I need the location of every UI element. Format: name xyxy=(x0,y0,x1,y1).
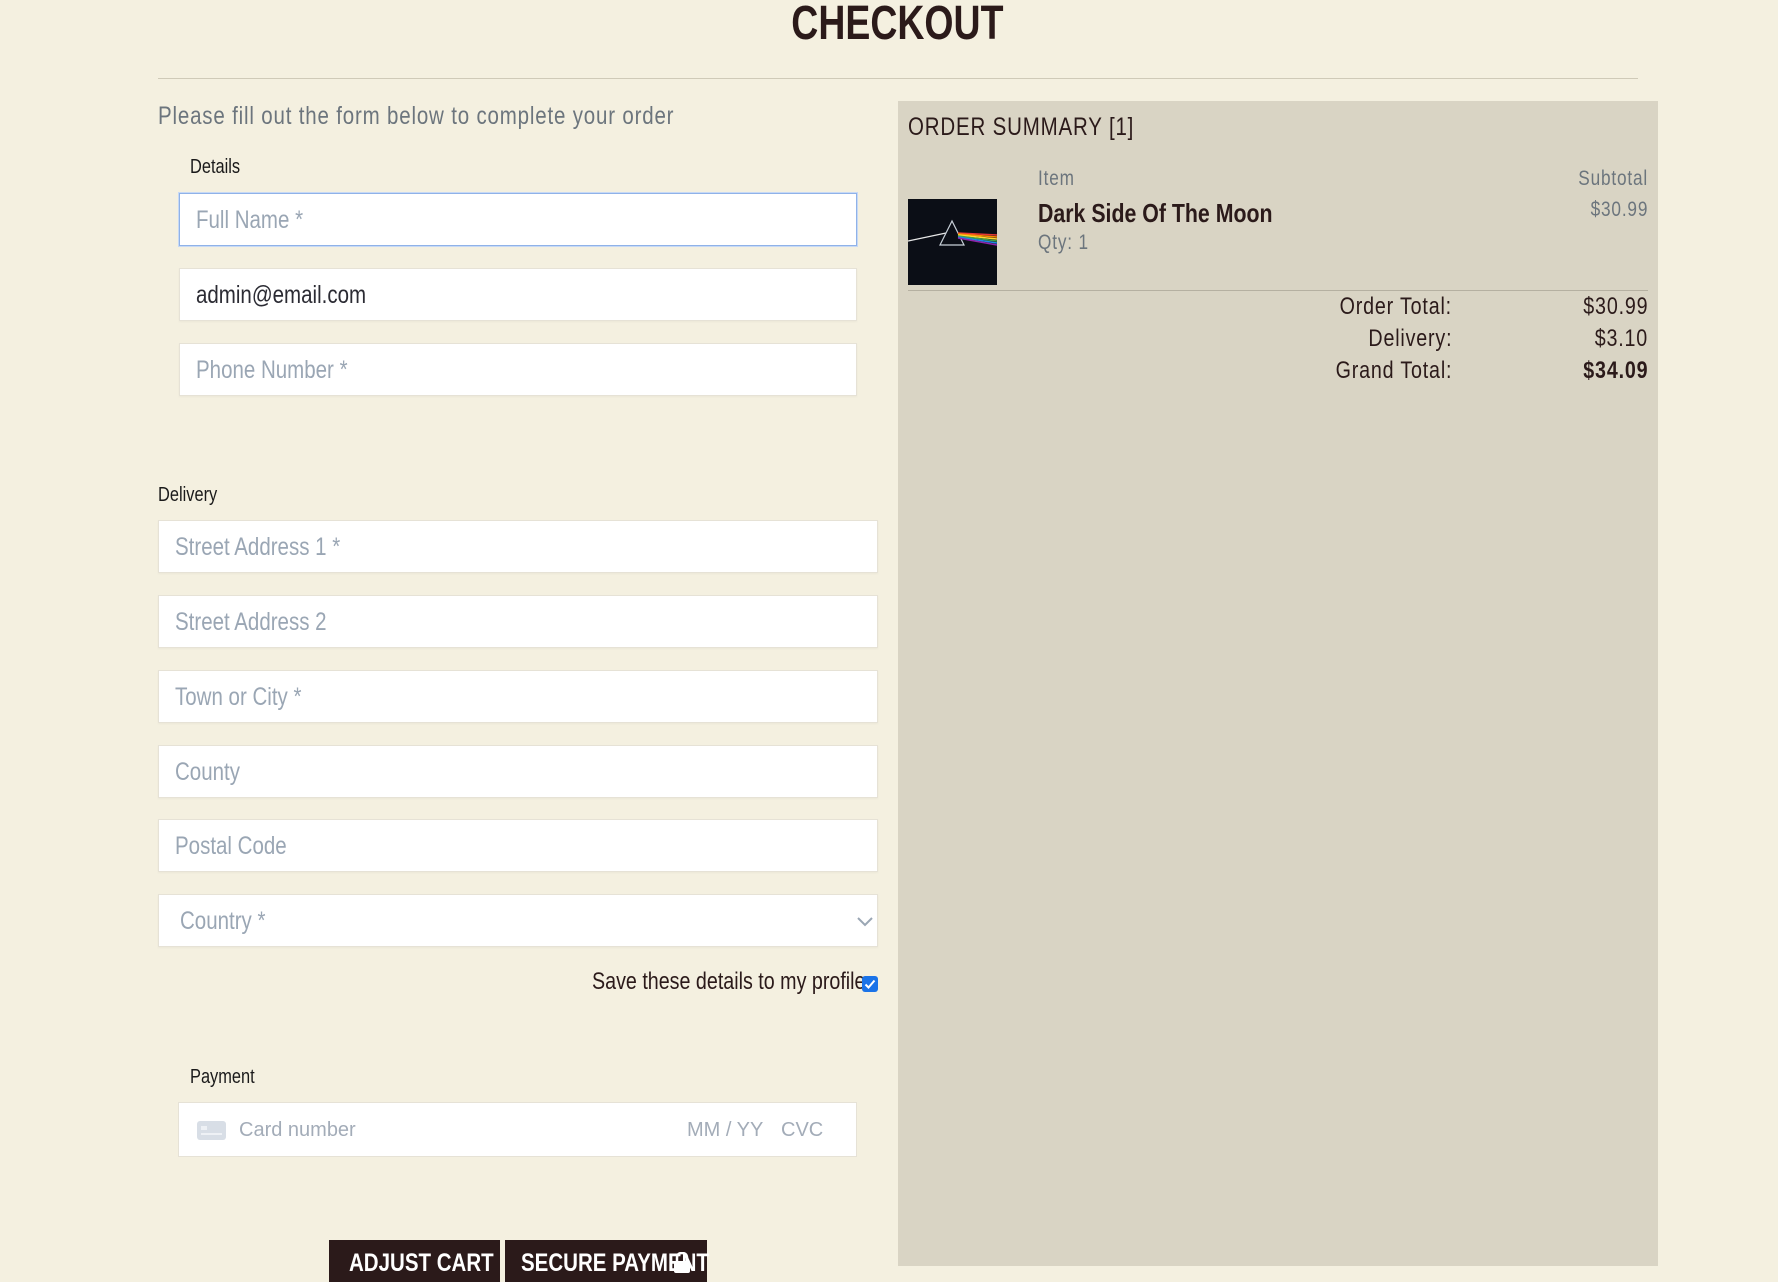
credit-card-icon xyxy=(197,1121,226,1140)
expiry-placeholder: MM / YY xyxy=(687,1119,764,1141)
street-address-2-field[interactable]: Street Address 2 xyxy=(158,595,878,648)
delivery-label: Delivery xyxy=(158,484,218,506)
phone-field[interactable]: Phone Number * xyxy=(179,343,857,396)
order-summary-title: ORDER SUMMARY [1] xyxy=(908,113,1135,141)
order-total-value: $30.99 xyxy=(1582,293,1648,320)
delivery-cost-label: Delivery: xyxy=(1368,325,1452,352)
country-select[interactable]: Country * xyxy=(158,894,878,947)
lock-icon xyxy=(674,1252,690,1273)
page-title: CHECKOUT xyxy=(791,0,1004,50)
grand-total-label: Grand Total: xyxy=(1335,357,1452,384)
adjust-cart-button[interactable]: ADJUST CART xyxy=(329,1240,500,1282)
order-summary-panel: ORDER SUMMARY [1] Item Subtotal Dark Sid… xyxy=(898,101,1658,1266)
email-value: admin@email.com xyxy=(196,281,367,309)
summary-divider xyxy=(908,290,1648,291)
album-cover-image[interactable] xyxy=(908,199,997,285)
item-subtotal: $30.99 xyxy=(1590,198,1648,221)
town-city-placeholder: Town or City * xyxy=(175,683,302,711)
item-quantity: Qty: 1 xyxy=(1038,231,1089,254)
chevron-down-icon xyxy=(857,917,873,927)
street-address-1-field[interactable]: Street Address 1 * xyxy=(158,520,878,573)
card-input[interactable]: Card number MM / YY CVC xyxy=(178,1102,857,1157)
card-number-placeholder: Card number xyxy=(239,1119,356,1141)
secure-payment-button[interactable]: SECURE PAYMENT xyxy=(505,1240,709,1282)
checkout-intro: Please fill out the form below to comple… xyxy=(158,102,675,130)
phone-placeholder: Phone Number * xyxy=(196,356,348,384)
details-label: Details xyxy=(190,156,241,178)
full-name-field[interactable]: Full Name * xyxy=(179,193,857,246)
country-placeholder: Country * xyxy=(180,907,266,935)
subtotal-column-header: Subtotal xyxy=(1578,167,1648,190)
order-total-label: Order Total: xyxy=(1339,293,1452,320)
checkmark-icon xyxy=(864,979,876,989)
full-name-placeholder: Full Name * xyxy=(196,206,304,234)
item-column-header: Item xyxy=(1038,167,1075,190)
delivery-cost-value: $3.10 xyxy=(1594,325,1648,352)
town-city-field[interactable]: Town or City * xyxy=(158,670,878,723)
cvc-placeholder: CVC xyxy=(781,1119,824,1141)
title-divider xyxy=(158,78,1638,79)
street-address-2-placeholder: Street Address 2 xyxy=(175,608,327,636)
street-address-1-placeholder: Street Address 1 * xyxy=(175,533,341,561)
item-name: Dark Side Of The Moon xyxy=(1038,198,1273,228)
prism-icon xyxy=(908,199,997,285)
save-details-checkbox[interactable] xyxy=(862,976,878,992)
postal-code-placeholder: Postal Code xyxy=(175,832,287,860)
payment-label: Payment xyxy=(190,1066,255,1088)
grand-total-value: $34.09 xyxy=(1582,357,1648,384)
email-field[interactable]: admin@email.com xyxy=(179,268,857,321)
postal-code-field[interactable]: Postal Code xyxy=(158,819,878,872)
county-field[interactable]: County xyxy=(158,745,878,798)
county-placeholder: County xyxy=(175,758,240,786)
